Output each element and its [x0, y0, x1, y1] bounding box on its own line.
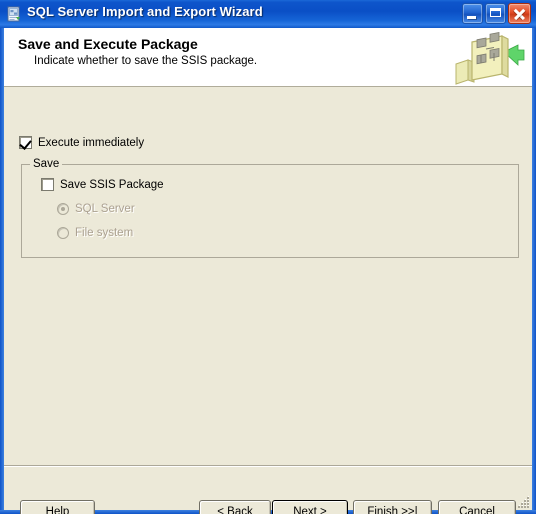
next-button[interactable]: Next >: [272, 500, 348, 514]
wizard-document-icon[interactable]: [6, 6, 22, 22]
radio-circle-file-system: [57, 227, 69, 239]
save-group-box: Save Save SSIS Package SQL Server File s…: [21, 158, 519, 258]
cancel-button[interactable]: Cancel: [438, 500, 516, 514]
window-controls: [462, 3, 531, 24]
button-bar: Help < Back Next > Finish >>| Cancel: [4, 467, 532, 514]
radio-file-system: File system: [57, 227, 133, 239]
client-area: Save and Execute Package Indicate whethe…: [4, 28, 532, 514]
minimize-button[interactable]: [462, 3, 483, 24]
save-ssis-package-checkbox[interactable]: Save SSIS Package: [41, 178, 164, 191]
page-subtitle: Indicate whether to save the SSIS packag…: [34, 55, 258, 67]
window-title: SQL Server Import and Export Wizard: [27, 4, 263, 19]
finish-button[interactable]: Finish >>|: [353, 500, 432, 514]
save-ssis-package-label: Save SSIS Package: [60, 178, 164, 191]
wizard-header: Save and Execute Package Indicate whethe…: [4, 28, 532, 87]
radio-sql-server-label: SQL Server: [75, 203, 135, 215]
title-bar[interactable]: SQL Server Import and Export Wizard: [0, 0, 536, 28]
window-frame-right: [532, 0, 536, 514]
radio-file-system-label: File system: [75, 227, 134, 239]
resize-grip[interactable]: [517, 495, 531, 509]
checkbox-box-execute-immediately[interactable]: [19, 136, 32, 150]
maximize-button[interactable]: [485, 3, 506, 24]
close-button[interactable]: [508, 3, 531, 24]
radio-sql-server: SQL Server: [57, 203, 135, 215]
maximize-icon: [490, 8, 501, 17]
ssis-package-flow-icon: [450, 30, 526, 86]
help-button[interactable]: Help: [20, 500, 95, 514]
execute-immediately-checkbox[interactable]: Execute immediately: [19, 136, 145, 150]
radio-circle-sql-server: [57, 203, 69, 215]
radio-selected-dot-icon: [61, 207, 65, 211]
wizard-window: SQL Server Import and Export Wizard Save…: [0, 0, 536, 514]
back-button[interactable]: < Back: [199, 500, 271, 514]
wizard-content: Execute immediately Save Save SSIS Packa…: [4, 87, 532, 465]
execute-immediately-label: Execute immediately: [38, 136, 145, 149]
check-icon: [19, 137, 32, 150]
save-group-legend: Save: [30, 158, 63, 170]
minimize-icon: [467, 16, 476, 19]
checkbox-box-save-ssis-package[interactable]: [41, 178, 54, 191]
page-title: Save and Execute Package: [18, 36, 198, 52]
